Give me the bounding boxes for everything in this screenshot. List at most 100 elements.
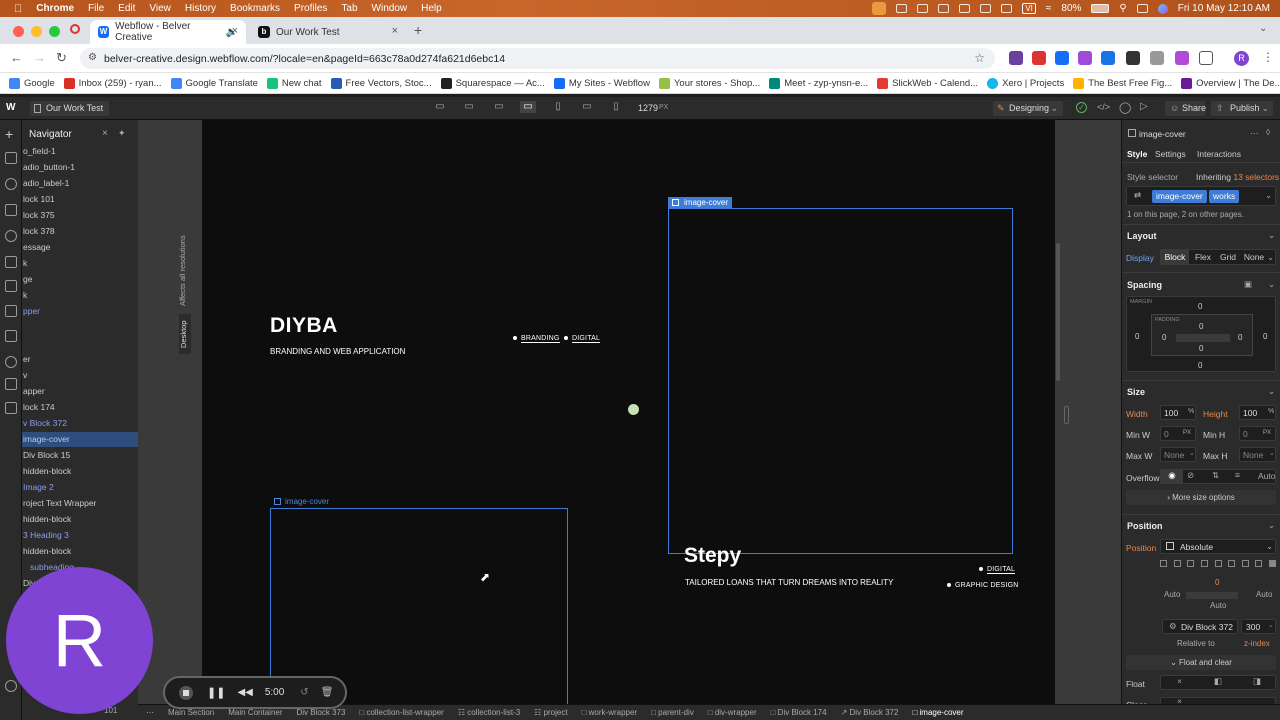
canvas-scrollbar[interactable] bbox=[1056, 243, 1060, 381]
breadcrumb-item[interactable]: ☷ collection-list-3 bbox=[458, 708, 520, 717]
selected-element-label[interactable]: image-cover bbox=[668, 197, 733, 208]
preset-bottom-left-icon[interactable] bbox=[1187, 560, 1195, 567]
apps-icon[interactable] bbox=[5, 402, 17, 414]
margin-bottom-value[interactable]: 0 bbox=[1198, 361, 1202, 370]
page-selector[interactable]: Our Work Test bbox=[30, 101, 110, 116]
profile-avatar[interactable]: R bbox=[1234, 51, 1249, 66]
cms-icon[interactable] bbox=[5, 305, 17, 317]
navigator-item[interactable]: 3 Heading 3 bbox=[22, 528, 138, 543]
navigator-item[interactable]: Div Block 15 bbox=[22, 448, 138, 463]
preset-bottom-right-icon[interactable] bbox=[1200, 560, 1208, 567]
new-tab-button[interactable]: + bbox=[414, 22, 422, 38]
project-tag[interactable]: DIGITAL bbox=[979, 566, 1016, 574]
variables-icon[interactable] bbox=[5, 230, 17, 242]
padding-right-value[interactable]: 0 bbox=[1238, 333, 1242, 342]
navigator-item[interactable]: roject Text Wrapper bbox=[22, 496, 138, 511]
bookmark-chatgpt[interactable]: New chat bbox=[266, 77, 322, 89]
reload-button[interactable]: ↻ bbox=[56, 50, 67, 66]
bookmark-translate[interactable]: Google Translate bbox=[170, 77, 258, 89]
preset-top-icon[interactable] bbox=[1241, 560, 1249, 567]
bookmark-meet[interactable]: Meet - zyp-ynsn-e... bbox=[769, 77, 868, 89]
float-right-icon[interactable]: ◨ bbox=[1253, 676, 1261, 687]
breakpoint-large-icon[interactable]: ▭ bbox=[433, 101, 447, 113]
navigator-item[interactable]: v bbox=[22, 368, 138, 383]
menu-app-name[interactable]: Chrome bbox=[36, 3, 74, 14]
control-center-icon[interactable] bbox=[1136, 4, 1148, 13]
extensions-puzzle-icon[interactable] bbox=[1199, 51, 1213, 65]
more-options-icon[interactable]: ⋯ bbox=[1250, 128, 1259, 139]
float-none-icon[interactable]: × bbox=[1177, 676, 1182, 686]
display-block-option[interactable]: Block bbox=[1161, 250, 1189, 264]
publish-status-icon[interactable]: ✓ bbox=[1076, 102, 1087, 113]
bookmark-squarespace[interactable]: Squarespace — Ac... bbox=[440, 77, 545, 89]
bookmark-gmail[interactable]: Inbox (259) - ryan... bbox=[63, 77, 162, 89]
status-icon[interactable] bbox=[980, 4, 992, 13]
site-info-icon[interactable]: ⚙ bbox=[88, 52, 97, 63]
overflow-clip-icon[interactable]: ≡ bbox=[1235, 470, 1240, 480]
menu-window[interactable]: Window bbox=[372, 3, 408, 14]
display-none-option[interactable]: None bbox=[1241, 250, 1267, 264]
navigator-item[interactable]: hidden-block bbox=[22, 464, 138, 479]
navigator-item[interactable]: lock 101 bbox=[22, 192, 138, 207]
breakpoint-landscape-icon[interactable]: ▭ bbox=[580, 101, 594, 113]
navigator-item[interactable]: o_field-1 bbox=[22, 144, 138, 159]
project-tag[interactable]: GRAPHIC DESIGN bbox=[947, 582, 1018, 589]
menu-tab[interactable]: Tab bbox=[341, 3, 357, 14]
microphone-icon[interactable] bbox=[872, 2, 887, 15]
min-height-input[interactable]: 0 PX bbox=[1239, 426, 1276, 441]
position-right-value[interactable]: Auto bbox=[1256, 590, 1272, 599]
display-flex-option[interactable]: Flex bbox=[1191, 250, 1215, 264]
breakpoint-base-icon[interactable]: ▭ bbox=[520, 101, 536, 113]
margin-left-value[interactable]: 0 bbox=[1135, 332, 1139, 341]
breadcrumb-item[interactable]: ↗ Div Block 372 bbox=[841, 708, 899, 717]
margin-right-value[interactable]: 0 bbox=[1263, 332, 1267, 341]
forward-button[interactable]: → bbox=[33, 50, 46, 65]
share-button[interactable]: ☺ Share bbox=[1165, 101, 1206, 116]
preview-play-icon[interactable]: ▷ bbox=[1140, 101, 1148, 112]
components-icon[interactable] bbox=[5, 204, 17, 216]
component-icon[interactable]: ◊ bbox=[1266, 127, 1270, 137]
max-width-input[interactable]: None ⌄ bbox=[1160, 447, 1196, 462]
breadcrumb-item[interactable]: Main Section bbox=[168, 708, 214, 717]
tab-style[interactable]: Style bbox=[1127, 149, 1147, 159]
overflow-hidden-icon[interactable]: ⊘ bbox=[1187, 470, 1194, 481]
preset-full-icon[interactable] bbox=[1269, 560, 1276, 567]
padding-box[interactable]: PADDING 0 0 0 0 bbox=[1151, 314, 1253, 356]
more-icon[interactable]: ⋯ bbox=[146, 708, 154, 717]
mode-dropdown[interactable]: ✎ Designing ⌄ bbox=[993, 101, 1063, 116]
breakpoint-medium-icon[interactable]: ▭ bbox=[462, 101, 476, 113]
bookmark-shopify[interactable]: Your stores - Shop... bbox=[658, 77, 760, 89]
position-section-title[interactable]: Position bbox=[1127, 521, 1163, 531]
ecommerce-icon[interactable] bbox=[5, 330, 17, 342]
extension-icon[interactable] bbox=[1126, 51, 1140, 65]
navigator-item[interactable]: lock 174 bbox=[22, 400, 138, 415]
bookmark-vectors[interactable]: Free Vectors, Stoc... bbox=[330, 77, 432, 89]
menu-history[interactable]: History bbox=[185, 3, 216, 14]
breadcrumb-item[interactable]: □ work-wrapper bbox=[582, 708, 638, 717]
spacing-settings-icon[interactable]: ▣ bbox=[1244, 279, 1252, 290]
class-chip[interactable]: works bbox=[1209, 190, 1240, 203]
extension-icon[interactable] bbox=[1078, 51, 1092, 65]
wifi-icon[interactable]: ≈ bbox=[1046, 3, 1052, 14]
bluetooth-icon[interactable] bbox=[1001, 4, 1013, 13]
preset-right-icon[interactable] bbox=[1228, 560, 1236, 567]
restart-icon[interactable]: ↺ bbox=[300, 687, 308, 698]
overflow-visible-icon[interactable]: ◉ bbox=[1161, 470, 1183, 483]
overflow-scroll-icon[interactable]: ⇅ bbox=[1212, 470, 1219, 481]
rewind-icon[interactable]: ◀◀ bbox=[237, 687, 252, 698]
breadcrumb-item[interactable]: □ parent-div bbox=[651, 708, 694, 717]
chevron-down-icon[interactable]: ⌄ bbox=[1268, 279, 1275, 290]
breadcrumb-item[interactable]: Div Block 373 bbox=[297, 708, 346, 717]
code-icon[interactable]: </> bbox=[1097, 102, 1110, 112]
project-title[interactable]: Stepy bbox=[684, 544, 741, 568]
bookmark-xero[interactable]: Xero | Projects bbox=[987, 77, 1064, 89]
margin-box[interactable]: MARGIN 0 0 0 0 PADDING 0 0 0 0 bbox=[1126, 296, 1276, 372]
tab-interactions[interactable]: Interactions bbox=[1197, 149, 1241, 159]
class-selector-field[interactable]: ⇄ image-cover works ⌄ bbox=[1126, 186, 1276, 206]
chevron-down-icon[interactable]: ⌄ bbox=[1265, 190, 1272, 201]
padding-left-value[interactable]: 0 bbox=[1162, 333, 1166, 342]
preset-top-left-icon[interactable] bbox=[1160, 560, 1167, 567]
pause-icon[interactable]: ❚❚ bbox=[207, 686, 225, 699]
navigator-item[interactable]: er bbox=[22, 352, 138, 367]
bookmark-slickweb[interactable]: SlickWeb - Calend... bbox=[877, 77, 978, 89]
